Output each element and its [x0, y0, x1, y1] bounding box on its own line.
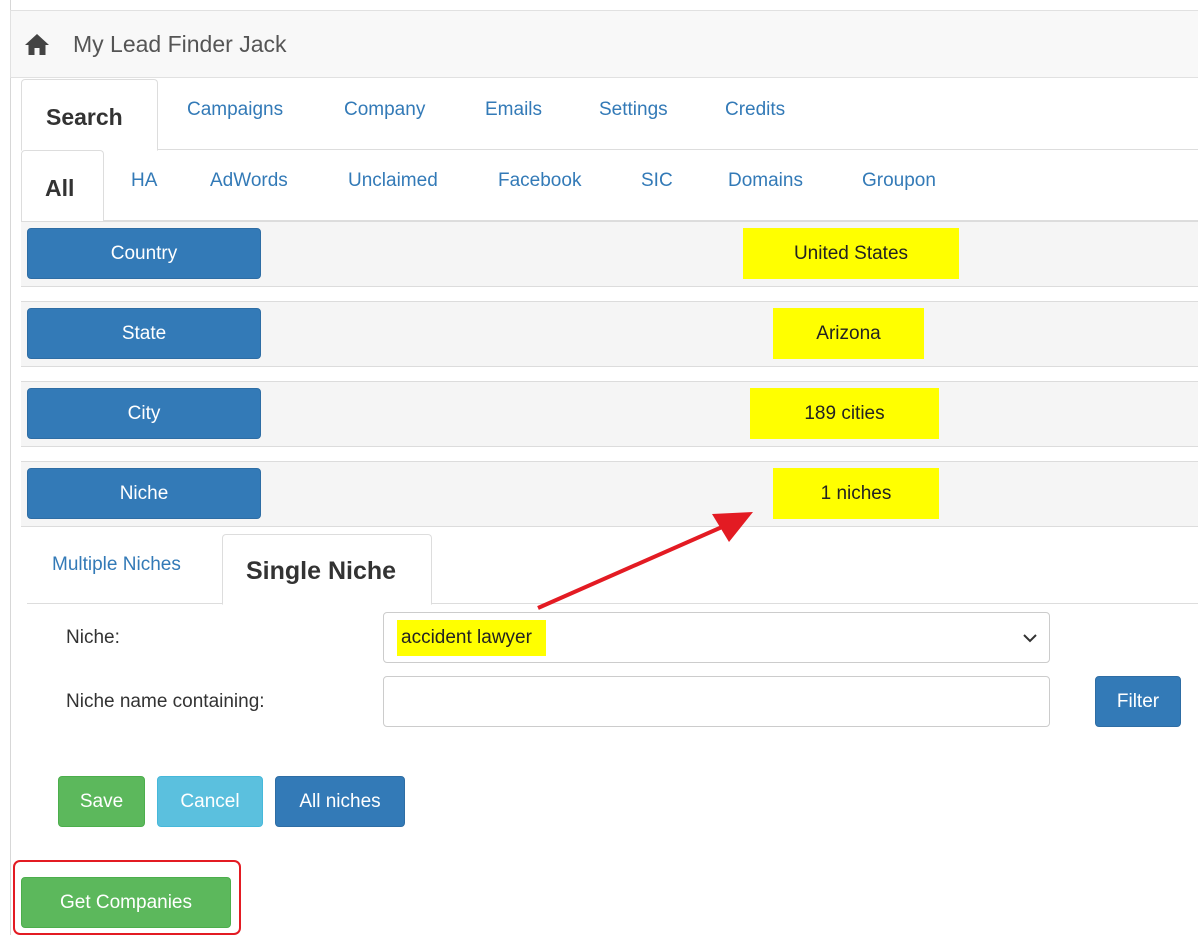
source-tabs: All HA AdWords Unclaimed Facebook SIC Do…: [21, 150, 1198, 222]
tab-domains[interactable]: Domains: [708, 150, 818, 221]
tab-label: Settings: [599, 99, 668, 120]
niche-contains-input[interactable]: [383, 676, 1050, 727]
city-button[interactable]: City: [27, 388, 261, 439]
niche-contains-label: Niche name containing:: [66, 691, 265, 712]
niche-value: 1 niches: [773, 468, 939, 519]
tab-label: Search: [46, 104, 123, 130]
tab-campaigns[interactable]: Campaigns: [166, 79, 296, 150]
tab-all[interactable]: All: [21, 150, 104, 222]
home-icon[interactable]: [24, 31, 50, 57]
city-value: 189 cities: [750, 388, 939, 439]
all-niches-button[interactable]: All niches: [275, 776, 405, 827]
niche-select[interactable]: accident lawyer: [383, 612, 1050, 663]
tab-label: Unclaimed: [348, 170, 438, 191]
country-row: Country United States: [21, 221, 1198, 287]
tab-label: Emails: [485, 99, 543, 120]
niche-mode-tabs: Multiple Niches Single Niche: [27, 534, 1198, 605]
tab-multiple-niches[interactable]: Multiple Niches: [27, 534, 217, 604]
main-tabs: Search Campaigns Company Emails Settings…: [21, 79, 1198, 151]
tab-label: Single Niche: [246, 557, 397, 585]
chevron-down-icon: [1023, 634, 1037, 643]
tab-label: Company: [344, 99, 426, 120]
tab-label: Campaigns: [187, 99, 284, 120]
navbar: My Lead Finder Jack: [10, 10, 1198, 78]
tab-credits[interactable]: Credits: [705, 79, 805, 150]
tab-label: Credits: [725, 99, 786, 120]
tab-search[interactable]: Search: [21, 79, 158, 151]
filter-button[interactable]: Filter: [1095, 676, 1181, 727]
niche-row: Niche 1 niches: [21, 461, 1198, 527]
niche-label: Niche:: [66, 627, 120, 648]
app-title[interactable]: My Lead Finder Jack: [73, 31, 286, 58]
tab-label: Domains: [728, 170, 803, 191]
cancel-button[interactable]: Cancel: [157, 776, 263, 827]
tab-unclaimed[interactable]: Unclaimed: [328, 150, 458, 221]
state-button[interactable]: State: [27, 308, 261, 359]
tab-adwords[interactable]: AdWords: [191, 150, 301, 221]
tab-single-niche[interactable]: Single Niche: [222, 534, 432, 605]
save-button[interactable]: Save: [58, 776, 145, 827]
country-value: United States: [743, 228, 959, 279]
get-companies-button[interactable]: Get Companies: [21, 877, 231, 928]
tab-label: AdWords: [210, 170, 288, 191]
tab-groupon[interactable]: Groupon: [842, 150, 952, 221]
tab-label: Facebook: [498, 170, 582, 191]
tab-label: HA: [131, 170, 158, 191]
tab-label: All: [45, 175, 75, 201]
niche-button[interactable]: Niche: [27, 468, 261, 519]
tab-label: Multiple Niches: [52, 554, 181, 575]
state-value: Arizona: [773, 308, 924, 359]
state-row: State Arizona: [21, 301, 1198, 367]
city-row: City 189 cities: [21, 381, 1198, 447]
country-button[interactable]: Country: [27, 228, 261, 279]
tab-emails[interactable]: Emails: [465, 79, 565, 150]
tab-label: SIC: [641, 170, 673, 191]
tab-facebook[interactable]: Facebook: [478, 150, 598, 221]
tab-label: Groupon: [862, 170, 936, 191]
niche-selected-value: accident lawyer: [397, 620, 546, 656]
tab-settings[interactable]: Settings: [579, 79, 689, 150]
tab-ha[interactable]: HA: [111, 150, 181, 221]
tab-company[interactable]: Company: [324, 79, 444, 150]
tab-sic[interactable]: SIC: [621, 150, 691, 221]
